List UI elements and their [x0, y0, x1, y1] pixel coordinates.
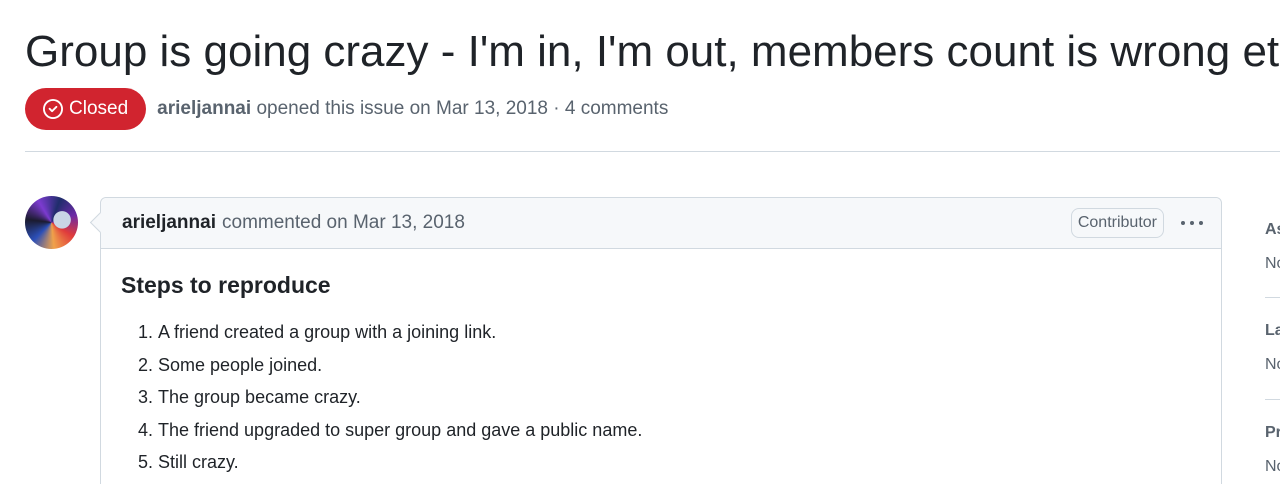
comment-author-link[interactable]: arieljannai	[122, 212, 216, 234]
status-badge: Closed	[25, 88, 147, 130]
list-item: A friend created a group with a joining …	[158, 321, 1201, 343]
issue-closed-icon	[43, 99, 63, 119]
sidebar-heading: Assignees	[1265, 221, 1280, 238]
issue-page: Group is going crazy - I'm in, I'm out, …	[0, 0, 1280, 484]
list-item: Still crazy.	[158, 451, 1201, 473]
issue-title: Group is going crazy - I'm in, I'm out, …	[25, 26, 1280, 78]
issue-title-text: Group is going crazy - I'm in, I'm out, …	[25, 27, 1280, 76]
sidebar-labels[interactable]: Labels None yet	[1265, 322, 1280, 374]
header-divider	[25, 151, 1280, 152]
steps-list: A friend created a group with a joining …	[121, 321, 1201, 473]
issue-meta: Closed arieljannai opened this issue on …	[25, 88, 668, 130]
sidebar-projects[interactable]: Projects None yet	[1265, 424, 1280, 476]
more-options-icon[interactable]	[1178, 221, 1205, 225]
sidebar-heading: Projects	[1265, 424, 1280, 441]
issue-opened-text: opened this issue on Mar 13, 2018 · 4 co…	[256, 98, 669, 119]
comment-header: arieljannai commented on Mar 13, 2018 Co…	[101, 198, 1221, 249]
sidebar-assignees[interactable]: Assignees No one assigned	[1265, 221, 1280, 273]
comment-heading: Steps to reproduce	[121, 272, 331, 298]
comment-box: arieljannai commented on Mar 13, 2018 Co…	[100, 197, 1222, 484]
issue-author-link[interactable]: arieljannai	[157, 98, 251, 119]
contributor-label: Contributor	[1070, 208, 1164, 238]
sidebar-value: No one assigned	[1265, 255, 1280, 272]
list-item: Some people joined.	[158, 354, 1201, 376]
comment-timestamp[interactable]: commented on Mar 13, 2018	[222, 212, 465, 234]
issue-meta-text: arieljannai opened this issue on Mar 13,…	[157, 98, 668, 120]
comment-header-actions: Contributor	[1070, 208, 1205, 238]
list-item: The group became crazy.	[158, 386, 1201, 408]
sidebar-value: None yet	[1265, 356, 1280, 373]
sidebar-value: None yet	[1265, 458, 1280, 475]
avatar[interactable]	[25, 196, 78, 249]
sidebar-heading: Labels	[1265, 322, 1280, 339]
sidebar-divider	[1265, 399, 1280, 400]
comment-body: Steps to reproduce A friend created a gr…	[101, 269, 1221, 473]
list-item: The friend upgraded to super group and g…	[158, 419, 1201, 441]
status-badge-label: Closed	[69, 98, 129, 119]
sidebar-divider	[1265, 297, 1280, 298]
